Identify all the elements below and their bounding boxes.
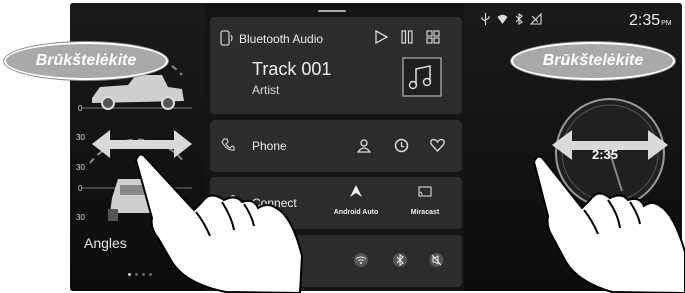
left-hand-illustration xyxy=(134,153,304,293)
right-hand-illustration xyxy=(532,155,685,293)
swipe-callout-right: Brūkštelėkite xyxy=(511,42,675,80)
swipe-callout-left: Brūkštelėkite xyxy=(4,42,168,80)
infotainment-tutorial-figure: 0 30 30 0 30 Angles Bluetooth Audio Trac… xyxy=(0,0,685,293)
